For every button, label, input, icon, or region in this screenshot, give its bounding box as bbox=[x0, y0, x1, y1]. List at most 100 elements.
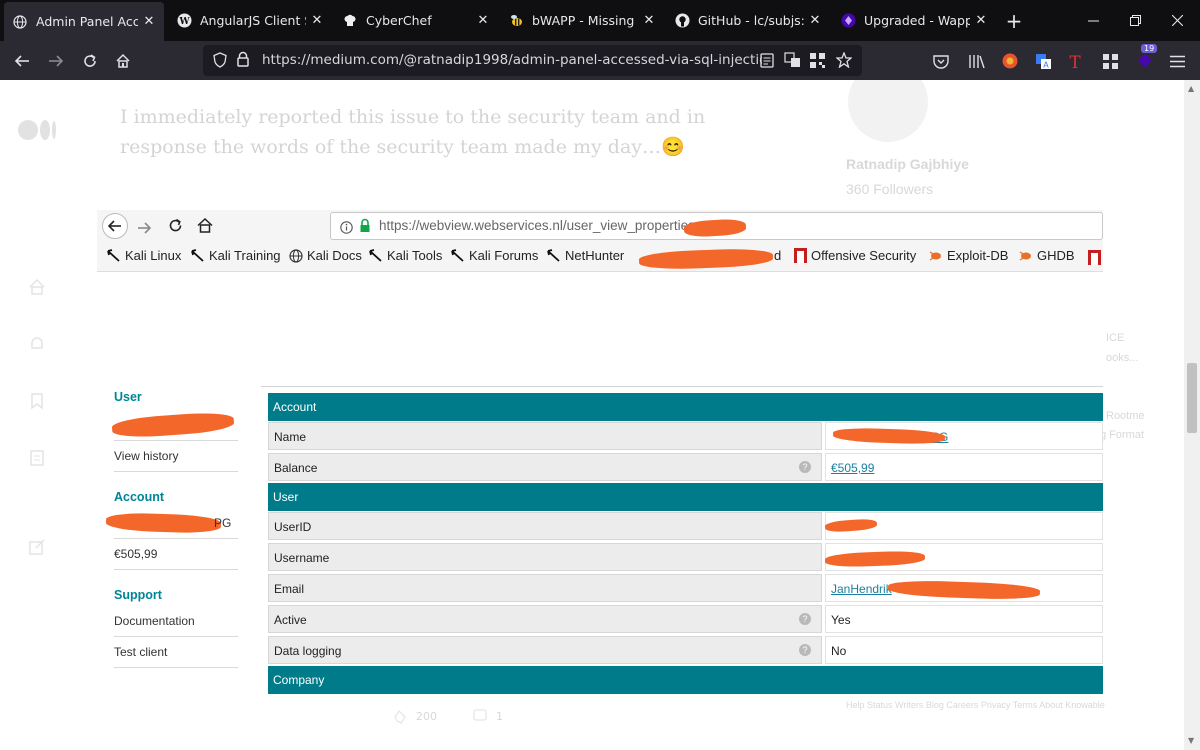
extension-fox-icon[interactable] bbox=[1000, 51, 1020, 71]
write-icon[interactable] bbox=[28, 538, 46, 560]
help-icon: ? bbox=[799, 613, 811, 625]
tab-close-icon[interactable]: ✕ bbox=[476, 13, 490, 28]
medium-logo-icon[interactable] bbox=[18, 120, 56, 140]
qr-code-icon[interactable] bbox=[810, 53, 825, 72]
stories-icon[interactable] bbox=[28, 449, 46, 471]
article-screenshot: https://webview.webservices.nl/user_view… bbox=[97, 210, 1103, 694]
bookmark-kali-docs: Kali Docs bbox=[289, 248, 362, 263]
bookmark-kali-tools: Kali Tools bbox=[369, 248, 442, 263]
web-page: I immediately reported this issue to the… bbox=[0, 80, 1184, 750]
url-text[interactable]: https://medium.com/@ratnadip1998/admin-p… bbox=[262, 52, 762, 68]
kali-dragon-icon bbox=[191, 248, 204, 262]
table-row-username: Username bbox=[268, 542, 1103, 573]
row-label: Username bbox=[268, 543, 822, 571]
reader-view-icon[interactable] bbox=[760, 53, 774, 72]
back-arrow-icon[interactable] bbox=[11, 50, 33, 72]
help-icon: ? bbox=[799, 644, 811, 656]
sidebar-heading-user: User bbox=[114, 390, 142, 404]
translate-icon[interactable] bbox=[784, 52, 801, 72]
side-snippet: g Format bbox=[1100, 429, 1145, 441]
bookmark-label: Offensive Security bbox=[811, 248, 917, 263]
bookmark-offensive-security: Offensive Security bbox=[794, 248, 916, 263]
sidebar-user-name bbox=[111, 410, 238, 441]
bookmark-label: Exploit-DB bbox=[947, 248, 1009, 263]
extensions-grid-icon[interactable] bbox=[1100, 51, 1120, 71]
section-header-company: Company bbox=[268, 666, 1103, 694]
responses-button[interactable]: 1 bbox=[472, 708, 503, 724]
tab-wappalyzer[interactable]: Upgraded - Wappalyze ✕ bbox=[832, 0, 996, 41]
author-avatar[interactable] bbox=[848, 80, 928, 142]
pocket-icon[interactable] bbox=[931, 51, 951, 71]
extension-translate-icon[interactable]: A bbox=[1033, 51, 1053, 71]
hamburger-menu-icon[interactable] bbox=[1167, 51, 1187, 71]
bookmark-label: d bbox=[774, 248, 782, 263]
svg-text:W: W bbox=[178, 17, 190, 27]
address-bar[interactable]: https://medium.com/@ratnadip1998/admin-p… bbox=[203, 45, 862, 76]
tab-bar: Admin Panel Accessed ✕ W AngularJS Clien… bbox=[0, 0, 1200, 41]
table-row-email: Email JanHendrik bbox=[268, 573, 1103, 604]
footer-links[interactable]: Help Status Writers Blog Careers Privacy… bbox=[846, 699, 1126, 712]
wappalyzer-extension-icon[interactable]: 19 bbox=[1135, 44, 1158, 71]
sidebar-item-test-client: Test client bbox=[114, 637, 238, 668]
tab-bwapp[interactable]: bWAPP - Missing Func ✕ bbox=[500, 0, 664, 41]
row-label: UserID bbox=[268, 512, 822, 540]
tab-close-icon[interactable]: ✕ bbox=[808, 13, 822, 28]
screenshot-address-bar: https://webview.webservices.nl/user_view… bbox=[330, 212, 1103, 240]
bookmark-star-icon[interactable] bbox=[835, 51, 853, 72]
close-window-icon[interactable] bbox=[1154, 0, 1200, 41]
table-row-name: Name PG bbox=[268, 421, 1103, 452]
scroll-down-icon[interactable]: ▼ bbox=[1188, 736, 1194, 745]
home-icon[interactable] bbox=[112, 50, 134, 72]
svg-text:T: T bbox=[1069, 53, 1081, 70]
redaction-mark bbox=[638, 247, 774, 271]
response-count: 1 bbox=[496, 709, 503, 723]
tab-angularjs[interactable]: W AngularJS Client Side T ✕ bbox=[168, 0, 332, 41]
tab-title: Admin Panel Accessed bbox=[36, 14, 138, 29]
screenshot-bookmarks-bar: Kali Linux Kali Training Kali Docs Kali … bbox=[97, 242, 1103, 272]
reload-icon[interactable] bbox=[79, 50, 101, 72]
shield-icon[interactable] bbox=[212, 52, 228, 72]
extension-badge: 19 bbox=[1141, 44, 1158, 53]
navigation-toolbar: https://medium.com/@ratnadip1998/admin-p… bbox=[0, 41, 1200, 80]
tab-close-icon[interactable]: ✕ bbox=[974, 13, 988, 28]
new-tab-button[interactable]: + bbox=[998, 0, 1030, 41]
scrollbar-thumb[interactable] bbox=[1187, 363, 1197, 433]
author-name[interactable]: Ratnadip Gajbhiye bbox=[846, 156, 969, 172]
tab-github[interactable]: GitHub - lc/subjs: Fetc ✕ bbox=[666, 0, 830, 41]
sidebar-heading-account: Account bbox=[114, 490, 164, 504]
lock-icon[interactable] bbox=[236, 51, 250, 72]
extension-t-icon[interactable]: T bbox=[1065, 51, 1085, 71]
home-nav-icon[interactable] bbox=[28, 278, 46, 300]
info-icon bbox=[340, 219, 353, 238]
restore-icon[interactable] bbox=[1112, 0, 1158, 41]
row-label: Active bbox=[268, 605, 822, 633]
tab-close-icon[interactable]: ✕ bbox=[142, 14, 156, 29]
scroll-up-icon[interactable]: ▲ bbox=[1188, 84, 1194, 93]
kali-dragon-icon bbox=[547, 248, 560, 262]
table-row-data-logging: Data logging ? No bbox=[268, 635, 1103, 666]
bookmark-label: GHDB bbox=[1037, 248, 1075, 263]
tab-title: AngularJS Client Side T bbox=[200, 13, 306, 28]
tab-admin-panel[interactable]: Admin Panel Accessed ✕ bbox=[4, 2, 164, 41]
offsec-icon bbox=[1088, 250, 1101, 269]
forward-arrow-icon[interactable] bbox=[45, 50, 67, 72]
chef-hat-icon bbox=[342, 13, 358, 29]
sidebar-item-documentation: Documentation bbox=[114, 606, 238, 637]
clap-button[interactable]: 200 bbox=[392, 708, 437, 724]
page-scrollbar[interactable]: ▲ ▼ bbox=[1184, 80, 1200, 750]
row-value: No bbox=[825, 636, 1103, 664]
side-snippet: ICE bbox=[1106, 332, 1125, 344]
section-header-user: User bbox=[268, 483, 1103, 511]
sidebar-account-name: PG bbox=[105, 508, 238, 539]
row-value: €505,99 bbox=[825, 453, 1103, 481]
tab-close-icon[interactable]: ✕ bbox=[310, 13, 324, 28]
library-icon[interactable] bbox=[966, 51, 986, 71]
bookmark-label: Kali Forums bbox=[469, 248, 539, 263]
tab-cyberchef[interactable]: CyberChef ✕ bbox=[334, 0, 498, 41]
bookmark-label: NetHunter bbox=[565, 248, 625, 263]
minimize-icon[interactable] bbox=[1070, 0, 1116, 41]
notifications-icon[interactable] bbox=[28, 335, 46, 357]
tab-close-icon[interactable]: ✕ bbox=[642, 13, 656, 28]
globe-icon bbox=[12, 14, 28, 30]
bookmarks-icon[interactable] bbox=[28, 392, 46, 414]
